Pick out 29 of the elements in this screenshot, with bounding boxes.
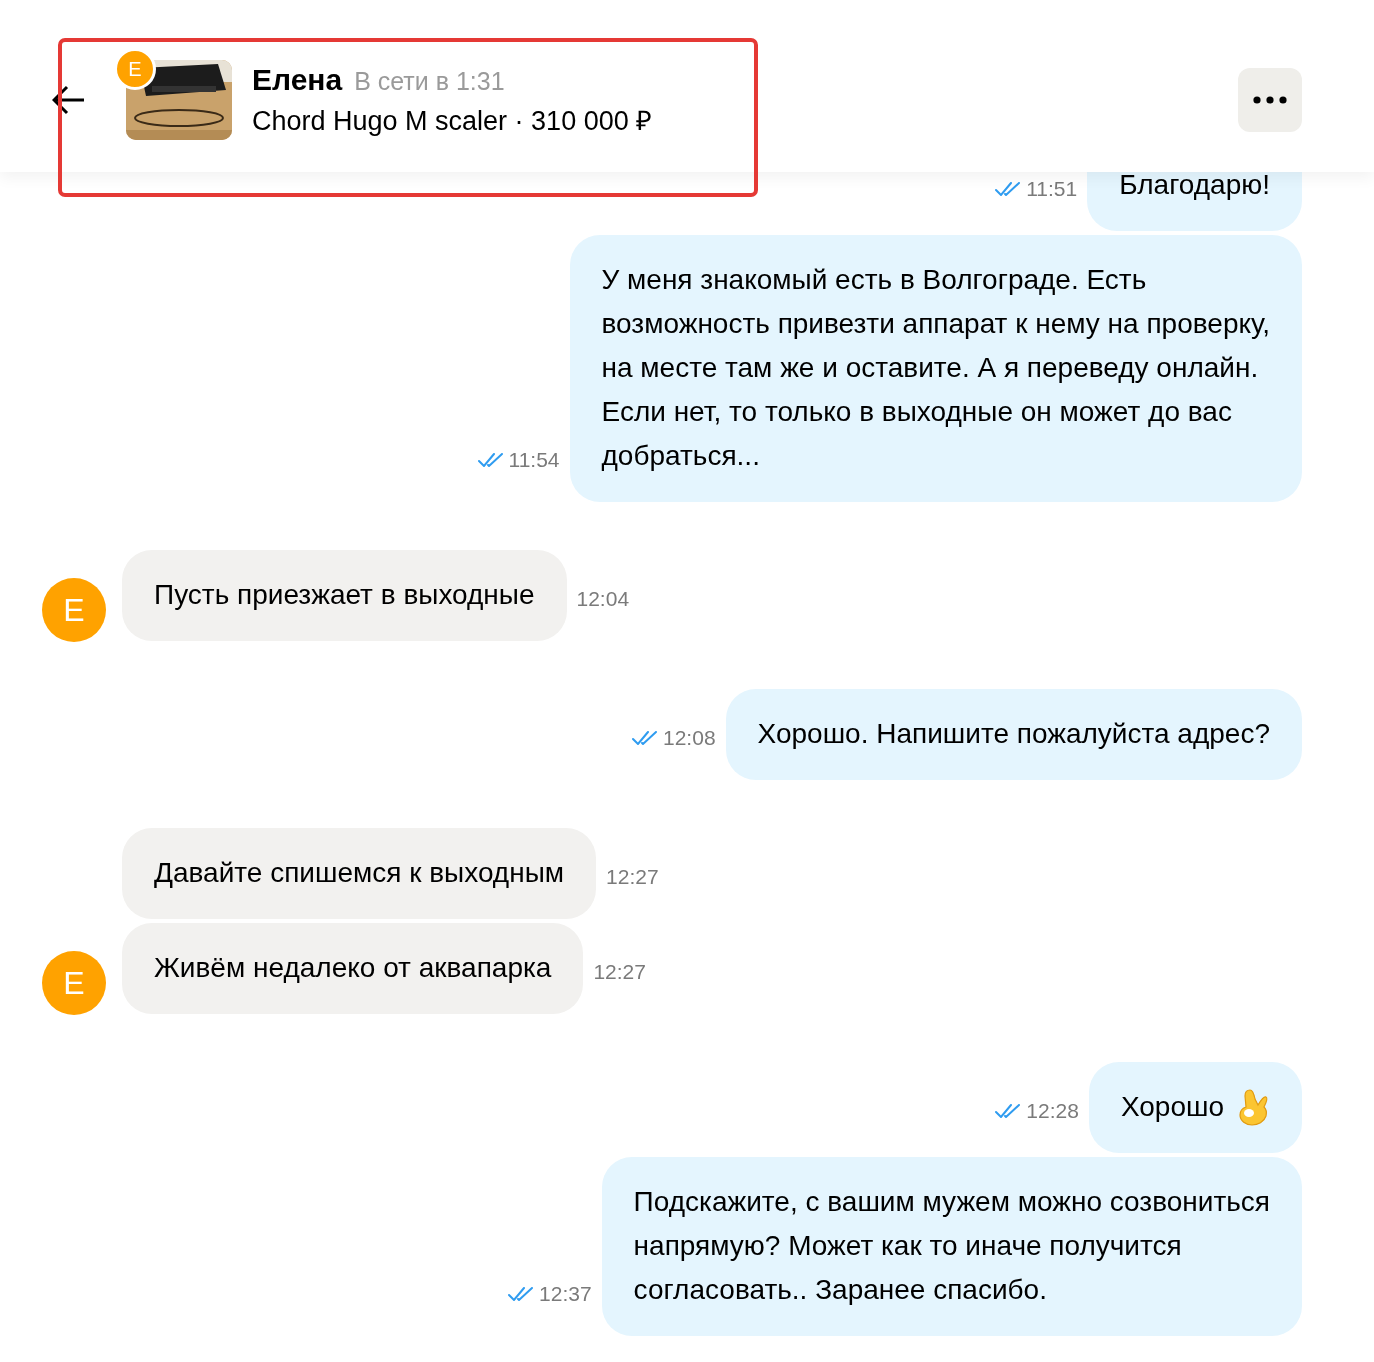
message-bubble: Живём недалеко от аквапарка: [122, 923, 584, 1014]
more-button[interactable]: [1238, 68, 1302, 132]
double-check-icon: [508, 1287, 534, 1301]
message-time: 12:37: [508, 1282, 592, 1306]
avatar[interactable]: Е: [42, 578, 106, 642]
back-arrow-icon: [52, 83, 86, 117]
double-check-icon: [995, 1104, 1021, 1118]
more-icon: [1253, 96, 1287, 104]
double-check-icon: [995, 182, 1021, 196]
listing-title[interactable]: Chord Hugo M scaler · 310 000 ₽: [252, 100, 653, 138]
message-bubble: Подскажите, с вашим мужем можно созвониться напрямую? Может как то иначе получится согласовать.. Заранее спасибо.: [601, 1157, 1302, 1336]
message-time: 12:27: [606, 865, 659, 889]
avatar[interactable]: Е: [42, 951, 106, 1015]
message-bubble: Хорошо. Напишите пожалуйста адрес?: [725, 689, 1302, 780]
message-bubble: Хорошо: [1088, 1062, 1302, 1153]
contact-avatar: Е: [114, 48, 156, 90]
message-bubble: Давайте спишемся к выходным: [122, 828, 597, 919]
double-check-icon: [477, 453, 503, 467]
message-bubble: Пусть приезжает в выходные: [122, 550, 567, 641]
message-time: 12:04: [576, 587, 630, 611]
online-status: В сети в 1:31: [354, 66, 505, 96]
message-time: 12:08: [632, 726, 716, 750]
contact-name: Елена: [252, 62, 343, 97]
message-bubble: У меня знакомый есть в Волгограде. Есть возможность привезти аппарат к нему на проверку, на месте там же и оставите. А я переведу онлайн. Если нет, то только в выходные он может до вас добраться...: [569, 235, 1302, 502]
message-time: 11:54: [477, 448, 560, 472]
message-time: 12:27: [593, 960, 646, 984]
message-time: 12:28: [995, 1099, 1079, 1123]
message-time: 11:51: [995, 177, 1078, 201]
double-check-icon: [632, 731, 657, 745]
